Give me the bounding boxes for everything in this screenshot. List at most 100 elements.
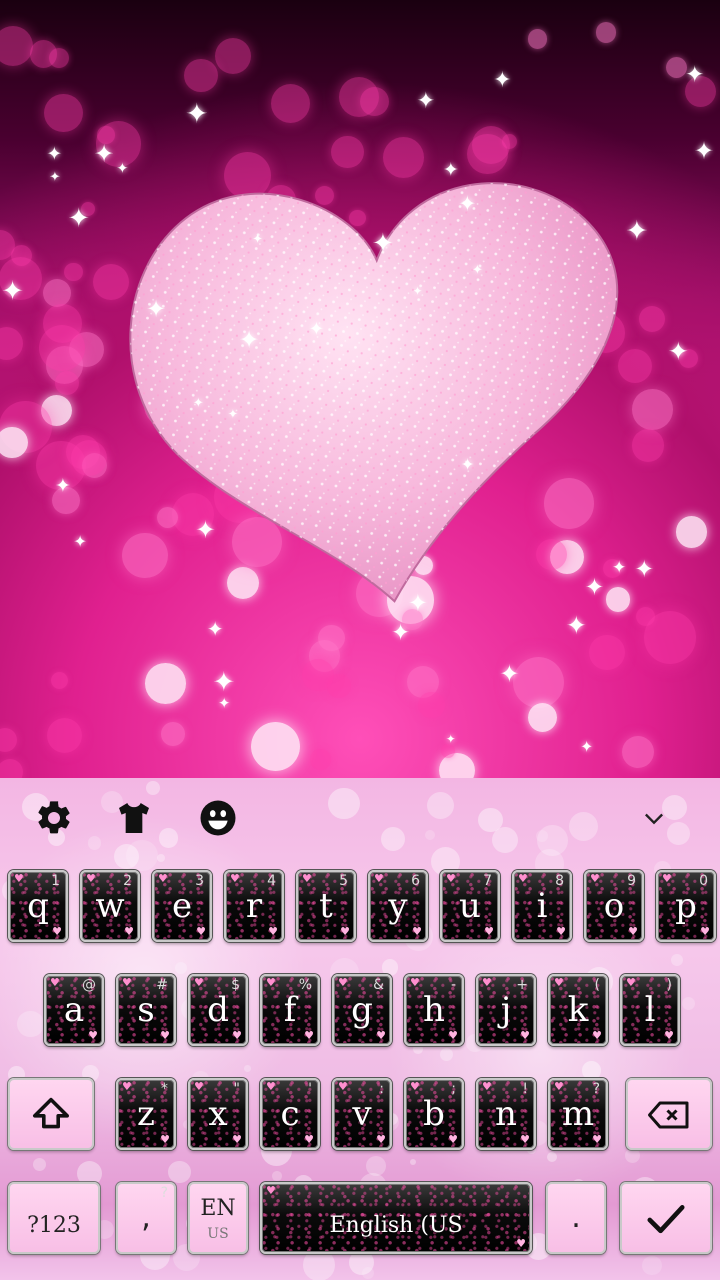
heart-icon: ♥ <box>158 872 168 885</box>
heart-icon: ♥ <box>482 976 492 989</box>
key-b[interactable]: ♥ ♥; b <box>404 1078 464 1150</box>
sparkle-star: ✦ <box>416 87 436 114</box>
sparkle-star: ✦ <box>46 144 63 166</box>
key-label: h <box>423 990 445 1030</box>
heart-icon: ♥ <box>338 1080 348 1093</box>
heart-icon: ♥ <box>268 925 278 938</box>
enter-key[interactable] <box>620 1182 712 1254</box>
glitter-dot <box>244 1065 251 1072</box>
sparkle-star: ✦ <box>1 275 24 307</box>
key-j[interactable]: ♥ ♥ + j <box>476 974 536 1046</box>
bokeh-dot <box>145 663 186 704</box>
key-p[interactable]: ♥ ♥ 0 p <box>656 870 716 942</box>
key-i[interactable]: ♥ ♥ 8 i <box>512 870 572 942</box>
shift-key[interactable] <box>8 1078 94 1150</box>
key-label: y <box>388 886 408 926</box>
key-l[interactable]: ♥ ♥) l <box>620 974 680 1046</box>
sparkle-star: ✦ <box>371 229 394 260</box>
key-label: x <box>208 1094 228 1134</box>
key-q[interactable]: ♥ ♥ 1 q <box>8 870 68 942</box>
key-label: c <box>280 1094 300 1134</box>
key-label: , <box>141 1200 151 1235</box>
key-label: . <box>571 1200 581 1235</box>
key-label: b <box>423 1094 445 1134</box>
key-y[interactable]: ♥ ♥ 6 y <box>368 870 428 942</box>
tshirt-icon[interactable] <box>112 796 156 840</box>
bokeh-dot <box>318 624 345 651</box>
bokeh-dot <box>161 722 185 746</box>
heart-icon: ♥ <box>484 925 494 938</box>
heart-icon: ♥ <box>122 1080 132 1093</box>
key-a[interactable]: ♥ ♥ @ a <box>44 974 104 1046</box>
key-h[interactable]: ♥ ♥ - h <box>404 974 464 1046</box>
heart-icon: ♥ <box>266 976 276 989</box>
bokeh-dot <box>54 370 79 395</box>
heart-icon: ♥ <box>340 925 350 938</box>
heart-icon: ♥ <box>266 1080 276 1093</box>
emoji-icon[interactable] <box>196 796 240 840</box>
gear-icon[interactable] <box>32 796 76 840</box>
bokeh-dot <box>184 58 219 93</box>
period-key[interactable]: . <box>546 1182 606 1254</box>
key-g[interactable]: ♥ ♥ & g <box>332 974 392 1046</box>
key-d[interactable]: ♥ ♥ $ d <box>188 974 248 1046</box>
key-label: g <box>351 990 373 1030</box>
heart-icon: ♥ <box>86 872 96 885</box>
key-t[interactable]: ♥ ♥ 5 t <box>296 870 356 942</box>
bokeh-dot <box>621 735 655 768</box>
key-s[interactable]: ♥ ♥ # s <box>116 974 176 1046</box>
language-region: US <box>207 1226 229 1242</box>
key-o[interactable]: ♥ ♥ 9 o <box>584 870 644 942</box>
key-label: v <box>352 1094 372 1134</box>
key-label: f <box>283 990 297 1030</box>
glitter-dot <box>168 1160 191 1184</box>
heart-icon: ♥ <box>160 1133 170 1146</box>
space-key[interactable]: ♥ ♥ English (US <box>260 1182 532 1254</box>
language-code: EN <box>200 1196 236 1221</box>
sparkle-star: ✦ <box>458 191 477 217</box>
sparkle-star: ✦ <box>185 96 209 130</box>
key-z[interactable]: ♥ ♥ * z <box>116 1078 176 1150</box>
heart-icon: ♥ <box>338 976 348 989</box>
comma-key[interactable]: ?, <box>116 1182 176 1254</box>
sparkle-star: ✦ <box>565 611 587 641</box>
heart-icon: ♥ <box>556 925 566 938</box>
symbols-key[interactable]: ?123 <box>8 1182 100 1254</box>
key-label: p <box>675 886 697 926</box>
key-n[interactable]: ♥ ♥! n <box>476 1078 536 1150</box>
key-e[interactable]: ♥ ♥ 3 e <box>152 870 212 942</box>
heart-icon: ♥ <box>662 872 672 885</box>
heart-icon: ♥ <box>520 1029 530 1042</box>
heart-icon: ♥ <box>628 925 638 938</box>
sparkle-star: ✦ <box>192 396 204 412</box>
bokeh-dot <box>528 702 558 732</box>
heart-icon: ♥ <box>410 976 420 989</box>
glitter-dot <box>17 1010 44 1038</box>
sparkle-star: ✦ <box>49 170 61 186</box>
chevron-down-icon[interactable] <box>632 796 676 840</box>
heart-icon: ♥ <box>52 925 62 938</box>
heart-icon: ♥ <box>232 1133 242 1146</box>
bokeh-dot <box>418 691 445 718</box>
key-x[interactable]: ♥ ♥ " x <box>188 1078 248 1150</box>
heart-icon: ♥ <box>448 1133 458 1146</box>
glitter-dot <box>33 1157 47 1171</box>
bokeh-dot <box>44 93 83 133</box>
key-m[interactable]: ♥ ♥? m <box>548 1078 608 1150</box>
key-k[interactable]: ♥ ♥(k <box>548 974 608 1046</box>
bokeh-dot <box>214 37 252 74</box>
key-c[interactable]: ♥ ♥ ' c <box>260 1078 320 1150</box>
sparkle-star: ✦ <box>493 68 512 94</box>
key-v[interactable]: ♥ ♥: v <box>332 1078 392 1150</box>
key-f[interactable]: ♥ ♥% f <box>260 974 320 1046</box>
heart-icon: ♥ <box>520 1133 530 1146</box>
language-key[interactable]: EN US <box>188 1182 248 1254</box>
bokeh-dot <box>643 611 697 664</box>
backspace-key[interactable] <box>626 1078 712 1150</box>
key-label: j <box>500 990 512 1030</box>
key-label: English (US <box>329 1213 463 1238</box>
key-u[interactable]: ♥ ♥ 7 u <box>440 870 500 942</box>
key-w[interactable]: ♥ ♥ 2 w <box>80 870 140 942</box>
heart-icon: ♥ <box>232 1029 242 1042</box>
key-r[interactable]: ♥ ♥ 4 r <box>224 870 284 942</box>
